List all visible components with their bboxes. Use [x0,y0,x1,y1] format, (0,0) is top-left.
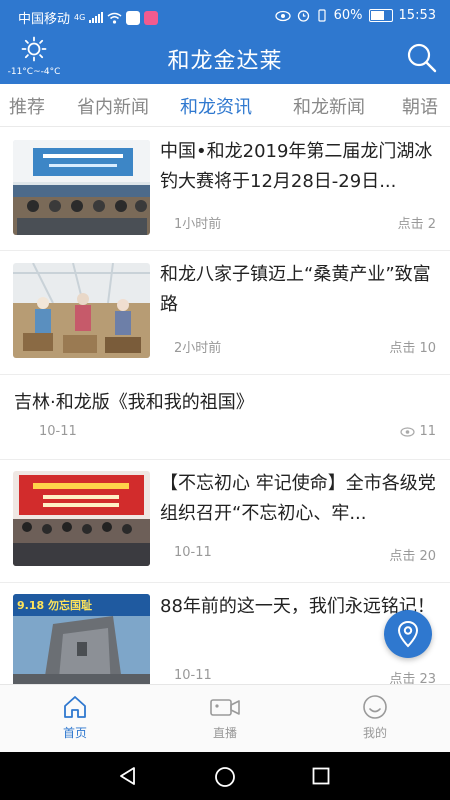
tab-korean[interactable]: 朝语 [402,93,438,119]
news-thumbnail [13,263,150,358]
network-type: 4G [74,13,86,22]
news-click-count: 点击 10 [389,341,436,356]
tab-helong-info[interactable]: 和龙资讯 [180,93,252,119]
search-icon[interactable] [406,42,438,74]
news-time: 10-11 [174,545,212,560]
carrier-label: 中国移动 [18,12,71,27]
news-click-count: 点击 23 [389,672,436,684]
news-thumbnail [13,471,150,566]
news-title: 中国•和龙2019年第二届龙门湖冰钓大赛将于12月28日-29日... [160,141,433,192]
news-time: 2小时前 [174,341,222,356]
news-item[interactable]: 【不忘初心 牢记使命】全市各级党组织召开“不忘初心、牢... 10-11 点击 … [0,459,450,583]
clock-time: 15:53 [398,8,436,23]
eye-comfort-icon [274,10,291,21]
home-button-icon[interactable] [214,766,236,788]
tab-helong-news[interactable]: 和龙新闻 [293,93,365,119]
alarm-icon [297,10,309,22]
news-time: 10-11 [174,668,212,683]
wifi-icon [107,12,122,24]
app-header: -11°C~-4°C 和龙金达莱 [0,32,450,84]
news-time: 10-11 [39,424,77,439]
news-item[interactable]: 和龙八家子镇迈上“桑黄产业”致富路 2小时前 点击 10 [0,250,450,375]
news-item[interactable]: 中国•和龙2019年第二届龙门湖冰钓大赛将于12月28日-29日... 1小时前… [0,127,450,251]
news-title: 和龙八家子镇迈上“桑黄产业”致富路 [160,264,431,315]
news-time: 1小时前 [174,217,222,232]
video-camera-icon [210,699,240,716]
eye-icon [400,426,416,437]
news-thumbnail [13,140,150,235]
status-bar: 中国移动 4G 60% 15:53 [0,0,450,32]
heart-app-notification-icon [144,10,159,25]
signal-icon [89,12,104,23]
location-fab-button[interactable] [384,610,432,658]
tiktok-notification-icon [126,10,141,25]
thumbnail-caption: 9.18 勿忘国耻 [17,599,92,612]
news-title: 吉林·和龙版《我和我的祖国》 [14,392,254,413]
nav-live-label: 直播 [212,726,237,740]
nav-home-label: 首页 [62,726,87,740]
nav-mine-label: 我的 [362,726,387,740]
nav-mine[interactable]: 我的 [335,693,415,741]
tab-recommend[interactable]: 推荐 [9,93,45,119]
nav-live[interactable]: 直播 [185,693,265,741]
battery-icon [368,9,393,22]
system-navigation-bar [0,752,450,800]
battery-percent: 60% [333,8,363,23]
news-thumbnail: 9.18 勿忘国耻 [13,594,150,684]
recent-apps-icon[interactable] [312,767,330,785]
news-view-count: 11 [400,424,436,439]
tab-province-news[interactable]: 省内新闻 [77,93,149,119]
smiley-face-icon [363,695,387,719]
vibrate-icon [318,9,326,22]
nav-home[interactable]: 首页 [35,693,115,741]
news-feed: 中国•和龙2019年第二届龙门湖冰钓大赛将于12月28日-29日... 1小时前… [0,127,450,684]
home-icon [64,696,86,718]
app-title: 和龙金达莱 [167,49,283,74]
news-click-count: 点击 2 [397,217,436,232]
location-pin-icon [397,620,419,648]
back-icon[interactable] [118,766,138,786]
news-title: 【不忘初心 牢记使命】全市各级党组织召开“不忘初心、牢... [160,473,436,524]
news-click-count: 点击 20 [389,549,436,564]
news-item[interactable]: 吉林·和龙版《我和我的祖国》 10-11 11 [0,374,450,460]
view-count-value: 11 [419,424,436,439]
category-tabs: 推荐 省内新闻 和龙资讯 和龙新闻 朝语 [0,84,450,127]
news-item[interactable]: 9.18 勿忘国耻 88年前的这一天，我们永远铭记！ 10-11 点击 23 [0,582,450,684]
bottom-navigation: 首页 直播 我的 [0,684,450,753]
